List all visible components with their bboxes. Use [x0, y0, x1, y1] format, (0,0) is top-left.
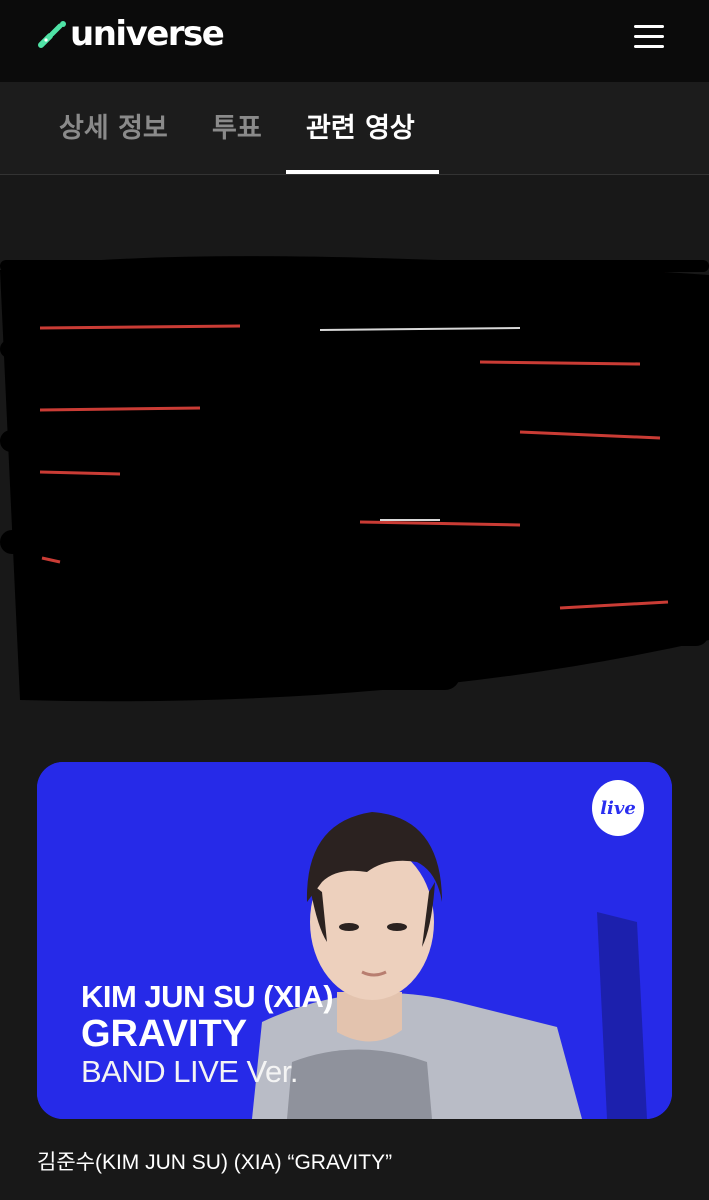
- tab-related-videos[interactable]: 관련 영상: [306, 106, 415, 145]
- universe-logo[interactable]: universe: [38, 12, 225, 56]
- live-badge: live: [592, 780, 644, 836]
- logo-text: universe: [70, 14, 225, 54]
- tab-details[interactable]: 상세 정보: [59, 106, 168, 145]
- thumbnail-artist: KIM JUN SU (XIA): [81, 979, 334, 1014]
- universe-logo-icon: [38, 21, 66, 48]
- active-tab-indicator: [286, 170, 439, 174]
- top-bar: universe: [0, 0, 709, 82]
- tab-bar: 상세 정보 투표 관련 영상: [0, 82, 709, 175]
- video-caption[interactable]: 김준수(KIM JUN SU) (XIA) “GRAVITY”: [37, 1146, 392, 1176]
- hamburger-menu-icon[interactable]: [632, 22, 666, 52]
- thumbnail-song: GRAVITY: [81, 1013, 248, 1055]
- thumbnail-title: KIM JUN SU (XIA) GRAVITY BAND LIVE Ver.: [81, 979, 334, 1090]
- redacted-content: [0, 256, 709, 702]
- video-thumbnail[interactable]: KIM JUN SU (XIA) GRAVITY BAND LIVE Ver. …: [37, 762, 672, 1119]
- tab-vote[interactable]: 투표: [212, 106, 262, 145]
- thumbnail-version: BAND LIVE Ver.: [81, 1054, 299, 1089]
